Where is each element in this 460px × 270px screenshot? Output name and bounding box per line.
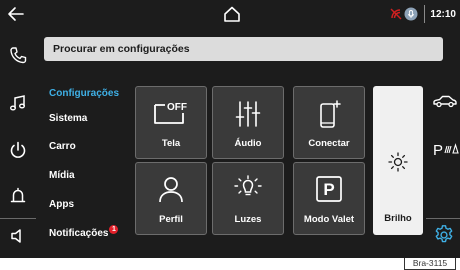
home-icon[interactable] — [223, 5, 241, 23]
tile-tela[interactable]: OFF Tela — [135, 86, 207, 159]
tile-perfil[interactable]: Perfil — [135, 162, 207, 235]
screen-off-icon: OFF — [154, 102, 187, 124]
rail-divider — [0, 218, 36, 219]
tile-conectar[interactable]: Conectar — [293, 86, 365, 159]
tile-label: Perfil — [159, 214, 183, 225]
tile-label: Luzes — [234, 214, 262, 225]
clock: 12:10 — [430, 8, 456, 20]
tile-luzes[interactable]: Luzes — [212, 162, 284, 235]
equalizer-icon — [235, 101, 261, 127]
menu-item-label: Configurações — [49, 88, 120, 99]
menu-item-notificacoes[interactable]: Notificações 1 — [49, 225, 119, 239]
back-arrow-icon[interactable] — [6, 5, 26, 23]
phone-icon[interactable] — [8, 45, 28, 65]
parking-icon: P — [316, 176, 342, 202]
no-signal-icon — [390, 8, 402, 20]
search-placeholder: Procurar em configurações — [53, 43, 190, 55]
settings-search-field[interactable]: Procurar em configurações — [44, 37, 443, 61]
figure-reference-label: Bra-3115 — [404, 258, 456, 270]
tile-label: Brilho — [384, 213, 412, 224]
phone-connect-icon — [320, 100, 341, 128]
tile-modo-valet[interactable]: P Modo Valet — [293, 162, 365, 235]
power-icon[interactable] — [8, 140, 28, 160]
menu-item-label: Carro — [49, 141, 76, 152]
menu-item-label: Notificações — [49, 228, 109, 239]
menu-item-sistema[interactable]: Sistema — [49, 113, 87, 124]
sun-icon — [388, 152, 408, 172]
tile-brilho[interactable]: Brilho — [373, 86, 423, 235]
tile-label: Tela — [161, 138, 181, 149]
volume-icon[interactable] — [8, 226, 28, 246]
menu-item-label: Apps — [49, 199, 74, 210]
assistant-icon — [404, 7, 418, 21]
profile-icon — [159, 177, 183, 203]
music-note-icon[interactable] — [8, 93, 28, 113]
status-area: 12:10 — [390, 4, 460, 24]
menu-item-configuracoes[interactable]: Configurações — [49, 88, 119, 99]
menu-item-label: Mídia — [49, 170, 75, 181]
right-rail-divider — [426, 218, 460, 219]
car-icon[interactable] — [433, 94, 457, 108]
notification-badge: 1 — [109, 225, 119, 234]
menu-item-label: Sistema — [49, 113, 88, 124]
tile-label: Modo Valet — [303, 214, 355, 225]
infotainment-screen: 12:10 Procurar em configurações Configur… — [0, 0, 460, 258]
menu-item-carro[interactable]: Carro — [49, 141, 76, 152]
park-assist-letter: P — [433, 142, 443, 158]
tile-label: Conectar — [308, 138, 350, 149]
parking-letter: P — [323, 180, 334, 199]
tile-label: Áudio — [234, 138, 262, 149]
menu-item-apps[interactable]: Apps — [49, 199, 74, 210]
menu-item-midia[interactable]: Mídia — [49, 170, 75, 181]
off-label: OFF — [167, 102, 187, 113]
status-separator — [424, 5, 426, 23]
tile-audio[interactable]: Áudio — [212, 86, 284, 159]
light-bulb-icon — [234, 175, 262, 196]
notification-bell-icon[interactable] — [8, 186, 28, 206]
park-assist-icon[interactable]: P — [433, 140, 459, 158]
settings-gear-icon[interactable] — [433, 224, 455, 246]
